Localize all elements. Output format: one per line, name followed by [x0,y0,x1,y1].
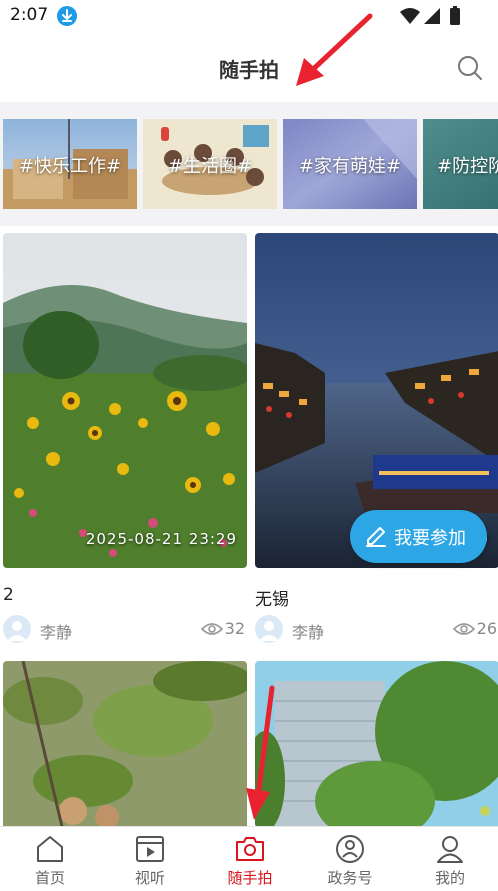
view-count: 32 [224,619,245,638]
author-name[interactable]: 李静 [40,619,72,643]
post-card[interactable]: 2025-08-21 23:29 2 李静 32 [3,233,247,653]
home-icon [37,836,63,862]
nav-item-mine[interactable]: 我的 [400,827,498,891]
user-icon [437,836,463,863]
nav-item-home[interactable]: 首页 [0,827,100,891]
post-card[interactable] [3,661,247,826]
eye-icon [201,623,223,635]
topic-card[interactable]: #快乐工作# [3,119,137,209]
post-image: 2025-08-21 23:29 [3,233,247,568]
status-icons [400,6,460,25]
status-time: 2:07 [10,5,49,25]
bottom-nav: 首页 视听 随手拍 政务号 我的 [0,826,498,891]
join-button-label: 我要参加 [394,528,466,549]
nav-label: 视听 [134,869,165,887]
nav-label: 随手拍 [227,869,273,887]
topic-card[interactable]: #家有萌娃# [283,119,417,209]
post-card[interactable]: 20 无锡 李静 26 [255,233,498,653]
post-card[interactable] [255,661,498,826]
pen-icon [366,527,386,547]
author-row: 李静 26 [255,615,498,645]
battery-icon [450,8,460,25]
nav-item-government[interactable]: 政务号 [300,827,400,891]
eye-icon [453,623,475,635]
badge-icon [336,835,364,863]
nav-label: 首页 [34,869,65,887]
download-icon [57,6,77,26]
nav-item-snapshot[interactable]: 随手拍 [200,827,300,891]
post-title: 无锡 [255,590,289,610]
view-count: 26 [476,619,497,638]
post-image [3,661,247,826]
post-title: 2 [3,585,14,605]
search-icon[interactable] [456,54,484,82]
page-title: 随手拍 [219,58,279,82]
topic-label: #生活圈# [167,156,253,177]
post-image [255,661,498,826]
nav-label: 政务号 [327,869,373,887]
avatar[interactable] [255,615,283,643]
avatar[interactable] [3,615,31,643]
camera-icon [236,837,264,861]
author-name[interactable]: 李静 [292,619,324,643]
topic-card[interactable]: #防控阶 [423,119,498,209]
status-bar: 2:07 [0,0,498,32]
topic-card[interactable]: #生活圈# [143,119,277,209]
join-button[interactable]: 我要参加 [350,510,487,563]
topic-label: #家有萌娃# [298,156,402,177]
nav-label: 我的 [434,869,465,887]
post-date: 2025-08-21 23:29 [85,530,237,548]
topic-strip: #快乐工作# #生活圈# #家有萌娃# #防控阶 [0,102,498,226]
video-icon [136,836,164,862]
topic-label: #快乐工作# [18,156,122,177]
topic-label: #防控阶 [437,156,498,177]
wifi-icon [400,8,420,24]
header: 随手拍 [0,32,498,102]
author-row: 李静 32 [3,615,247,645]
nav-item-video[interactable]: 视听 [100,827,200,891]
signal-icon [424,8,440,24]
